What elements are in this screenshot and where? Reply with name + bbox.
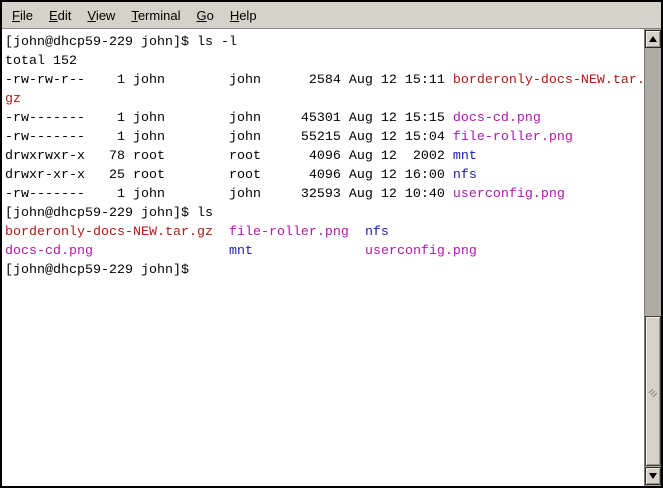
menubar: FileEditViewTerminalGoHelp <box>2 2 661 28</box>
terminal-line: -rw------- 1 john john 45301 Aug 12 15:1… <box>5 109 644 128</box>
menu-label: V <box>87 8 95 23</box>
menu-file[interactable]: File <box>4 4 41 27</box>
terminal-output[interactable]: [john@dhcp59-229 john]$ ls -ltotal 152-r… <box>2 29 644 486</box>
scroll-down-button[interactable] <box>645 467 661 485</box>
terminal-window: FileEditViewTerminalGoHelp [john@dhcp59-… <box>0 0 663 488</box>
scroll-up-button[interactable] <box>645 30 661 48</box>
terminal-line: [john@dhcp59-229 john]$ <box>5 261 644 280</box>
terminal-line: gz <box>5 90 644 109</box>
terminal-line: borderonly-docs-NEW.tar.gz file-roller.p… <box>5 223 644 242</box>
grip-lines-icon <box>647 385 659 397</box>
menu-help[interactable]: Help <box>222 4 265 27</box>
menu-terminal[interactable]: Terminal <box>123 4 188 27</box>
terminal-line: docs-cd.png mnt userconfig.png <box>5 242 644 261</box>
menu-view[interactable]: View <box>79 4 123 27</box>
terminal-line: -rw-rw-r-- 1 john john 2584 Aug 12 15:11… <box>5 71 644 90</box>
terminal-line: [john@dhcp59-229 john]$ ls -l <box>5 33 644 52</box>
menu-go[interactable]: Go <box>188 4 221 27</box>
arrow-up-icon <box>649 36 657 42</box>
menu-label: H <box>230 8 239 23</box>
menu-edit[interactable]: Edit <box>41 4 79 27</box>
terminal-line: drwxrwxr-x 78 root root 4096 Aug 12 2002… <box>5 147 644 166</box>
arrow-down-icon <box>649 473 657 479</box>
terminal-line: total 152 <box>5 52 644 71</box>
terminal-content: [john@dhcp59-229 john]$ ls -ltotal 152-r… <box>2 28 661 486</box>
terminal-line: -rw------- 1 john john 32593 Aug 12 10:4… <box>5 185 644 204</box>
terminal-line: drwxr-xr-x 25 root root 4096 Aug 12 16:0… <box>5 166 644 185</box>
menu-label: E <box>49 8 58 23</box>
terminal-line: [john@dhcp59-229 john]$ ls <box>5 204 644 223</box>
menu-label: F <box>12 8 20 23</box>
terminal-line: -rw------- 1 john john 55215 Aug 12 15:0… <box>5 128 644 147</box>
scrollbar[interactable] <box>644 29 661 486</box>
menu-label: G <box>196 8 206 23</box>
menu-label: T <box>131 8 138 23</box>
scrollbar-thumb[interactable] <box>645 316 661 466</box>
